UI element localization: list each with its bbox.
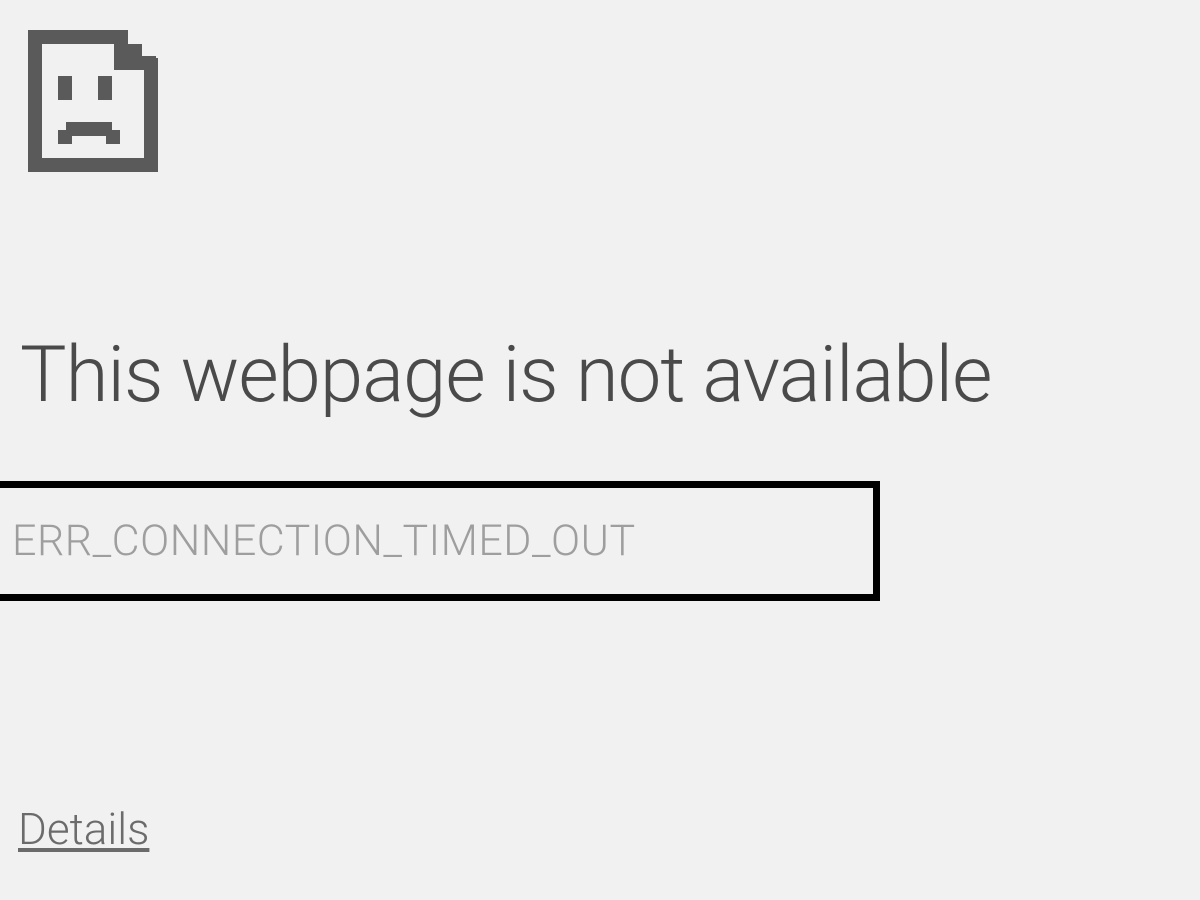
error-code-text: ERR_CONNECTION_TIMED_OUT: [12, 516, 861, 566]
sad-page-icon: [18, 20, 168, 180]
error-icon-wrapper: [18, 20, 1182, 180]
error-heading: This webpage is not available: [20, 330, 1182, 421]
error-page-container: This webpage is not available ERR_CONNEC…: [0, 0, 1200, 621]
details-link[interactable]: Details: [18, 803, 149, 855]
error-code-box: ERR_CONNECTION_TIMED_OUT: [0, 481, 880, 601]
